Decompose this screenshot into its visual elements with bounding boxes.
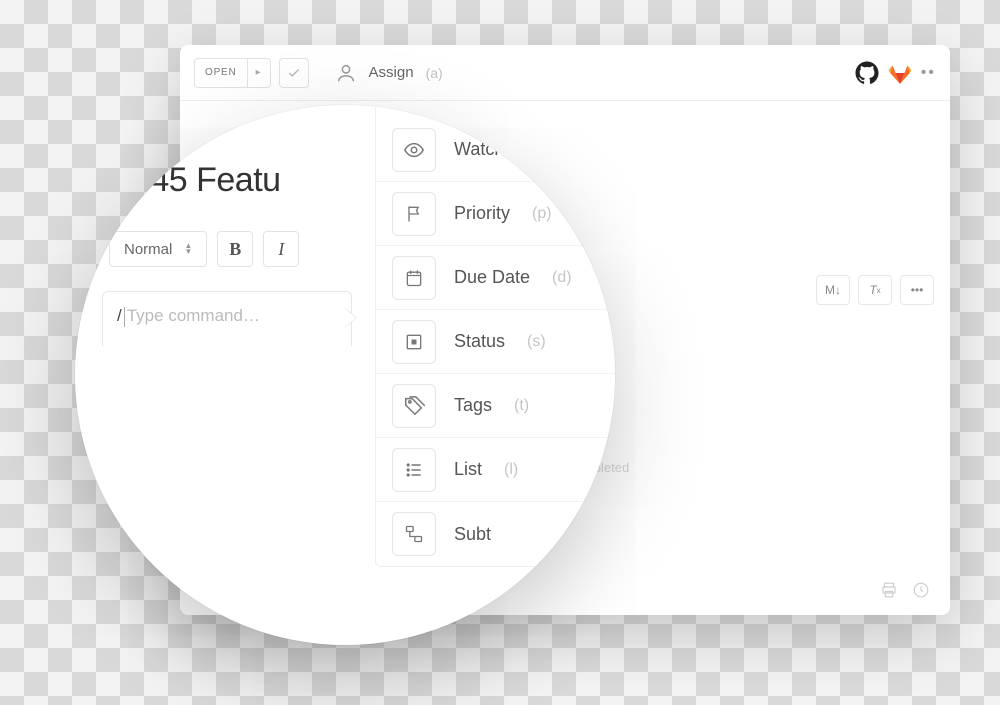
eye-icon [392, 128, 436, 172]
format-row: Normal ▲▼ B I [109, 231, 299, 267]
more-menu-icon[interactable]: •• [921, 64, 936, 82]
task-title[interactable]: 1.45 Featu [123, 161, 281, 200]
bold-button[interactable]: B [217, 231, 253, 267]
select-arrows-icon: ▲▼ [184, 243, 192, 255]
menu-item-list[interactable]: List (l) [376, 438, 615, 502]
menu-item-priority[interactable]: Priority (p) [376, 182, 615, 246]
menu-item-duedate[interactable]: Due Date (d) [376, 246, 615, 310]
status-open-button[interactable]: OPEN ▸ [194, 58, 271, 88]
assign-hint: (a) [426, 65, 443, 81]
assign-label: Assign [369, 64, 414, 81]
top-bar: OPEN ▸ Assign (a) •• [180, 45, 950, 101]
slash-prefix: / [117, 306, 122, 325]
popover-caret-icon [345, 308, 357, 328]
status-dropdown-icon[interactable]: ▸ [248, 67, 270, 78]
text-style-select[interactable]: Normal ▲▼ [109, 231, 207, 267]
print-icon[interactable] [880, 581, 898, 599]
assign-area[interactable]: Assign (a) [335, 62, 443, 84]
list-icon [392, 448, 436, 492]
menu-item-tags[interactable]: Tags (t) [376, 374, 615, 438]
magnifier-lens: 1.45 Featu Normal ▲▼ B I /Type command… … [75, 105, 615, 645]
calendar-icon [392, 256, 436, 300]
menu-item-status[interactable]: Status (s) [376, 310, 615, 374]
gitlab-icon[interactable] [887, 60, 913, 86]
history-icon[interactable] [912, 581, 930, 599]
command-placeholder: Type command… [127, 306, 260, 325]
tag-icon [392, 384, 436, 428]
flag-icon [392, 192, 436, 236]
subtask-icon [392, 512, 436, 556]
markdown-toggle-button[interactable]: M↓ [816, 275, 850, 305]
menu-item-subtask[interactable]: Subt [376, 502, 615, 566]
more-format-button[interactable]: ••• [900, 275, 934, 305]
editor-toolbar: M↓ Tx ••• [816, 275, 934, 305]
footer-icons [880, 581, 930, 599]
text-cursor [124, 307, 125, 327]
command-input[interactable]: / Type command… [102, 291, 352, 346]
status-open-label: OPEN [195, 59, 248, 87]
square-icon [392, 320, 436, 364]
text-style-label: Normal [124, 241, 172, 258]
person-icon [335, 62, 357, 84]
menu-item-watcher[interactable]: Watcher ( [376, 118, 615, 182]
complete-check-button[interactable] [279, 58, 309, 88]
github-icon[interactable] [855, 61, 879, 85]
clear-format-button[interactable]: Tx [858, 275, 892, 305]
slash-command-menu: me (me) Watcher ( Priority (p) [375, 105, 615, 567]
assign-me-row[interactable]: me (me) [376, 105, 615, 118]
italic-button[interactable]: I [263, 231, 299, 267]
